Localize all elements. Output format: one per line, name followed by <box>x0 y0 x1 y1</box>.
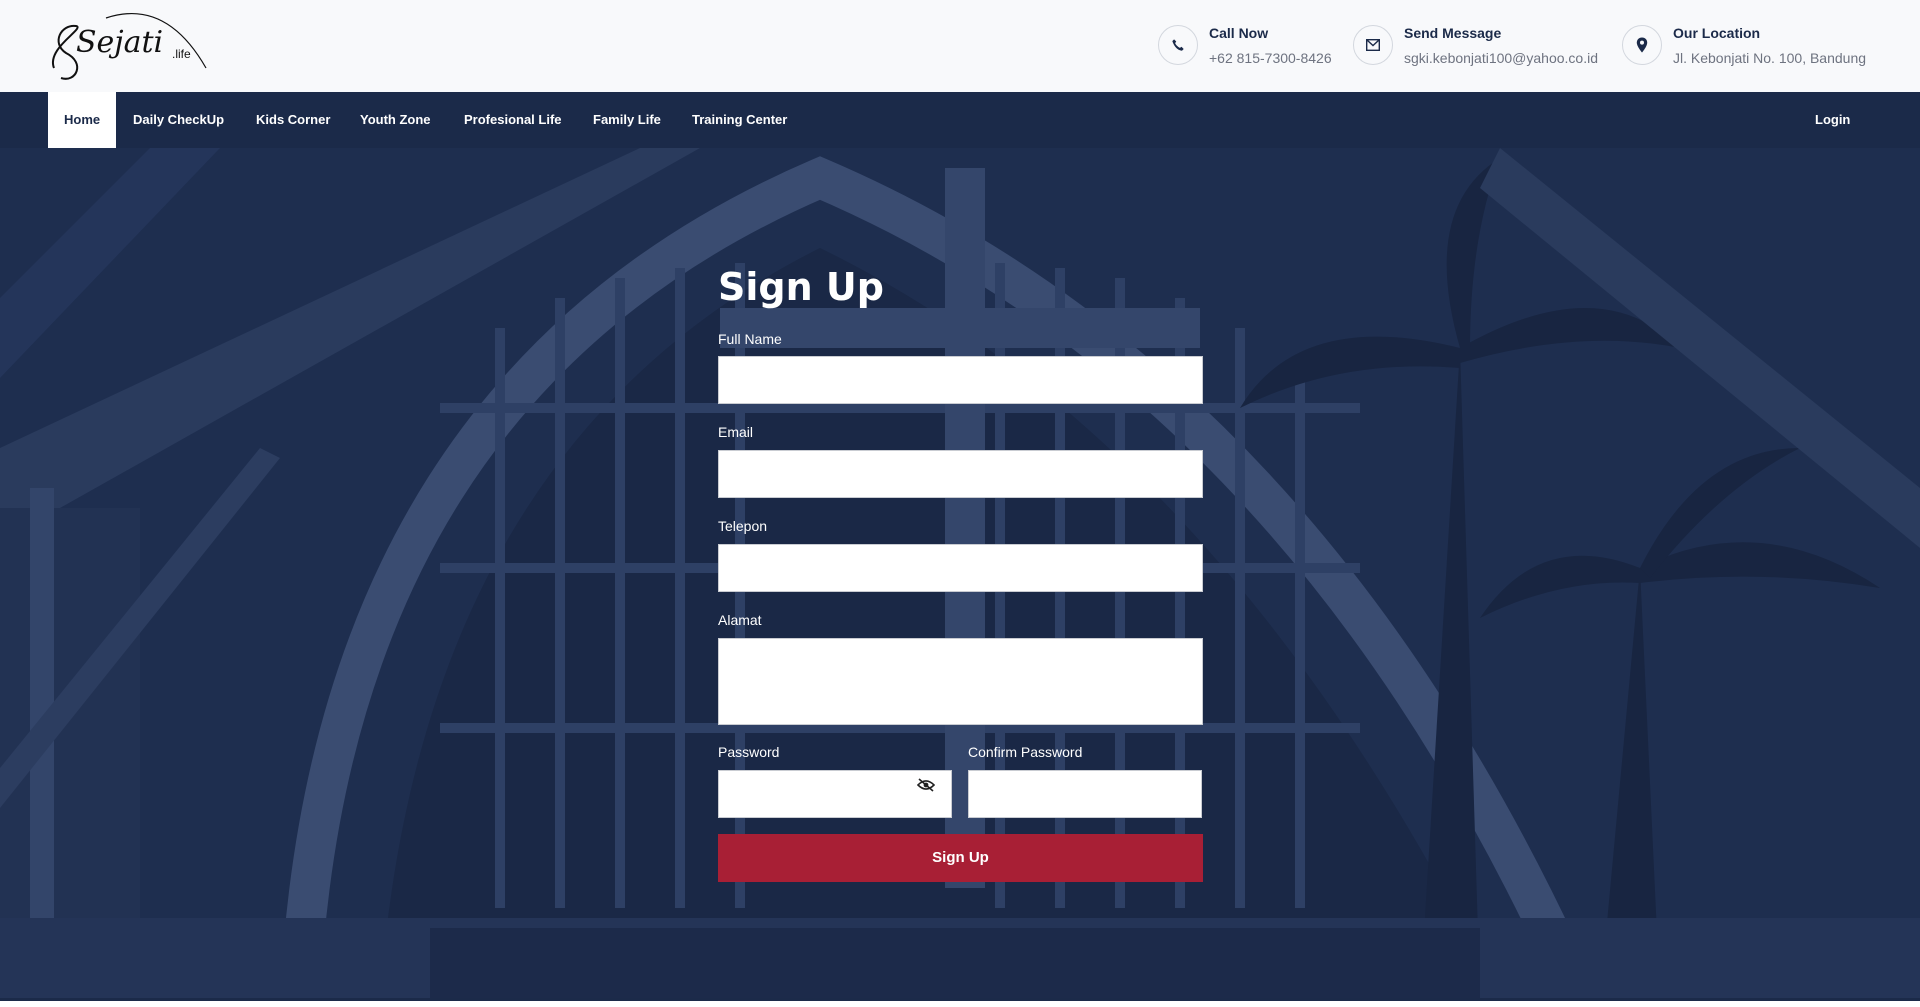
contact-message-title: Send Message <box>1404 25 1502 41</box>
contact-location-value: Jl. Kebonjati No. 100, Bandung <box>1673 50 1867 66</box>
eye-slash-icon[interactable] <box>916 777 936 793</box>
envelope-icon <box>1353 25 1393 65</box>
confirm-password-input[interactable] <box>968 770 1202 818</box>
nav-item-kids-corner[interactable]: Kids Corner <box>256 92 330 148</box>
password-row: Password Confirm Password <box>718 743 1203 818</box>
contact-location: Our Location Jl. Kebonjati No. 100, Band… <box>1622 24 1866 68</box>
main-nav: Home Daily CheckUp Kids Corner Youth Zon… <box>0 92 1920 148</box>
full-name-label: Full Name <box>718 331 782 347</box>
phone-icon <box>1158 25 1198 65</box>
contact-message-value[interactable]: sgki.kebonjati100@yahoo.co.id <box>1404 49 1598 67</box>
contact-call-value[interactable]: +62 815-7300-8426 <box>1209 49 1332 67</box>
nav-item-profesional-life[interactable]: Profesional Life <box>464 92 562 148</box>
bottom-divider <box>0 998 1920 1007</box>
nav-item-training-center[interactable]: Training Center <box>692 92 787 148</box>
password-group: Password <box>718 743 952 818</box>
telepon-label: Telepon <box>718 518 768 534</box>
email-input[interactable] <box>718 450 1203 498</box>
site-logo[interactable]: Sejati .life <box>46 8 216 84</box>
contact-call: Call Now +62 815-7300-8426 <box>1158 24 1332 68</box>
confirm-password-group: Confirm Password <box>968 743 1202 818</box>
hero-section: Sign Up Full Name Email Telepon Alamat P… <box>0 148 1920 998</box>
login-link[interactable]: Login <box>1815 92 1850 148</box>
signup-form: Sign Up Full Name Email Telepon Alamat P… <box>718 262 1203 882</box>
contact-message: Send Message sgki.kebonjati100@yahoo.co.… <box>1353 24 1598 68</box>
page-title: Sign Up <box>718 265 884 309</box>
telepon-input[interactable] <box>718 544 1203 592</box>
contact-call-title: Call Now <box>1209 25 1269 41</box>
top-header: Sejati .life Call Now +62 815-7300-8426 … <box>0 0 1920 92</box>
nav-item-daily-checkup[interactable]: Daily CheckUp <box>133 92 224 148</box>
contact-location-title: Our Location <box>1673 25 1761 41</box>
logo-script: Sejati <box>76 25 163 60</box>
password-label: Password <box>718 744 780 760</box>
map-pin-icon <box>1622 25 1662 65</box>
email-label: Email <box>718 424 754 440</box>
logo-suffix: .life <box>172 47 191 61</box>
nav-item-youth-zone[interactable]: Youth Zone <box>360 92 431 148</box>
nav-item-home[interactable]: Home <box>48 92 117 148</box>
full-name-input[interactable] <box>718 356 1203 404</box>
alamat-textarea[interactable] <box>718 638 1203 725</box>
nav-item-family-life[interactable]: Family Life <box>593 92 661 148</box>
alamat-label: Alamat <box>718 612 762 628</box>
signup-button[interactable]: Sign Up <box>718 834 1203 882</box>
confirm-password-label: Confirm Password <box>968 744 1083 760</box>
